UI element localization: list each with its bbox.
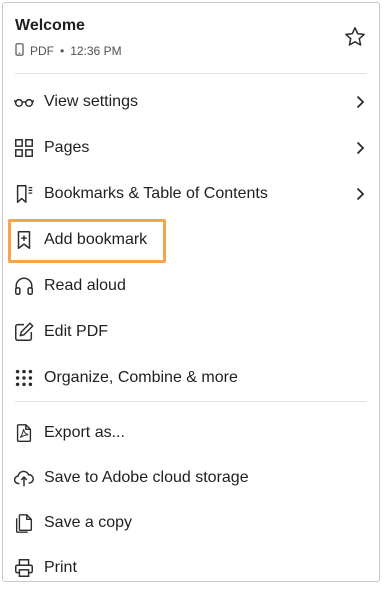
document-menu-panel: Welcome PDF • 12:36 PM View settings Pag…	[2, 2, 380, 582]
menu-item-label: Export as...	[44, 424, 125, 441]
menu-item-pages[interactable]: Pages	[3, 126, 379, 170]
time-label: 12:36 PM	[70, 44, 122, 58]
divider	[15, 73, 367, 74]
file-type-label: PDF	[30, 44, 54, 58]
star-icon[interactable]	[343, 25, 367, 49]
chevron-right-icon	[353, 187, 367, 201]
menu-item-label: Pages	[44, 139, 90, 156]
menu-item-export[interactable]: Export as...	[3, 411, 379, 455]
cloud-upload-icon	[13, 467, 35, 489]
menu-item-add-bookmark[interactable]: Add bookmark	[3, 218, 379, 262]
headphones-icon	[13, 275, 35, 297]
menu-item-edit-pdf[interactable]: Edit PDF	[3, 310, 379, 354]
menu-item-bookmarks-toc[interactable]: Bookmarks & Table of Contents	[3, 172, 379, 216]
menu-item-label: View settings	[44, 93, 138, 110]
copy-icon	[13, 512, 35, 534]
document-meta: PDF • 12:36 PM	[15, 43, 122, 59]
document-title: Welcome	[15, 17, 85, 34]
divider	[15, 401, 367, 402]
dots-grid-icon	[13, 367, 35, 389]
printer-icon	[13, 557, 35, 579]
menu-item-read-aloud[interactable]: Read aloud	[3, 264, 379, 308]
menu-item-save-cloud[interactable]: Save to Adobe cloud storage	[3, 456, 379, 500]
menu-item-label: Read aloud	[44, 277, 126, 294]
menu-item-view-settings[interactable]: View settings	[3, 80, 379, 124]
edit-icon	[13, 321, 35, 343]
menu-item-label: Organize, Combine & more	[44, 369, 238, 386]
glasses-icon	[13, 91, 35, 113]
menu-item-label: Save a copy	[44, 514, 133, 531]
menu-item-label: Print	[44, 559, 77, 576]
menu-item-label: Bookmarks & Table of Contents	[44, 185, 268, 202]
menu-item-organize[interactable]: Organize, Combine & more	[3, 356, 379, 400]
chevron-right-icon	[353, 141, 367, 155]
menu-item-label: Add bookmark	[44, 231, 148, 248]
phone-icon	[15, 43, 24, 59]
meta-separator: •	[60, 44, 65, 58]
chevron-right-icon	[353, 95, 367, 109]
document-header: Welcome PDF • 12:36 PM	[15, 17, 367, 67]
grid-icon	[13, 137, 35, 159]
export-pdf-icon	[13, 422, 35, 444]
bookmark-add-icon	[13, 229, 35, 251]
bookmark-list-icon	[13, 183, 35, 205]
menu-item-save-copy[interactable]: Save a copy	[3, 501, 379, 545]
menu-item-label: Save to Adobe cloud storage	[44, 469, 249, 486]
menu-item-label: Edit PDF	[44, 323, 109, 340]
menu-item-print[interactable]: Print	[3, 546, 379, 590]
